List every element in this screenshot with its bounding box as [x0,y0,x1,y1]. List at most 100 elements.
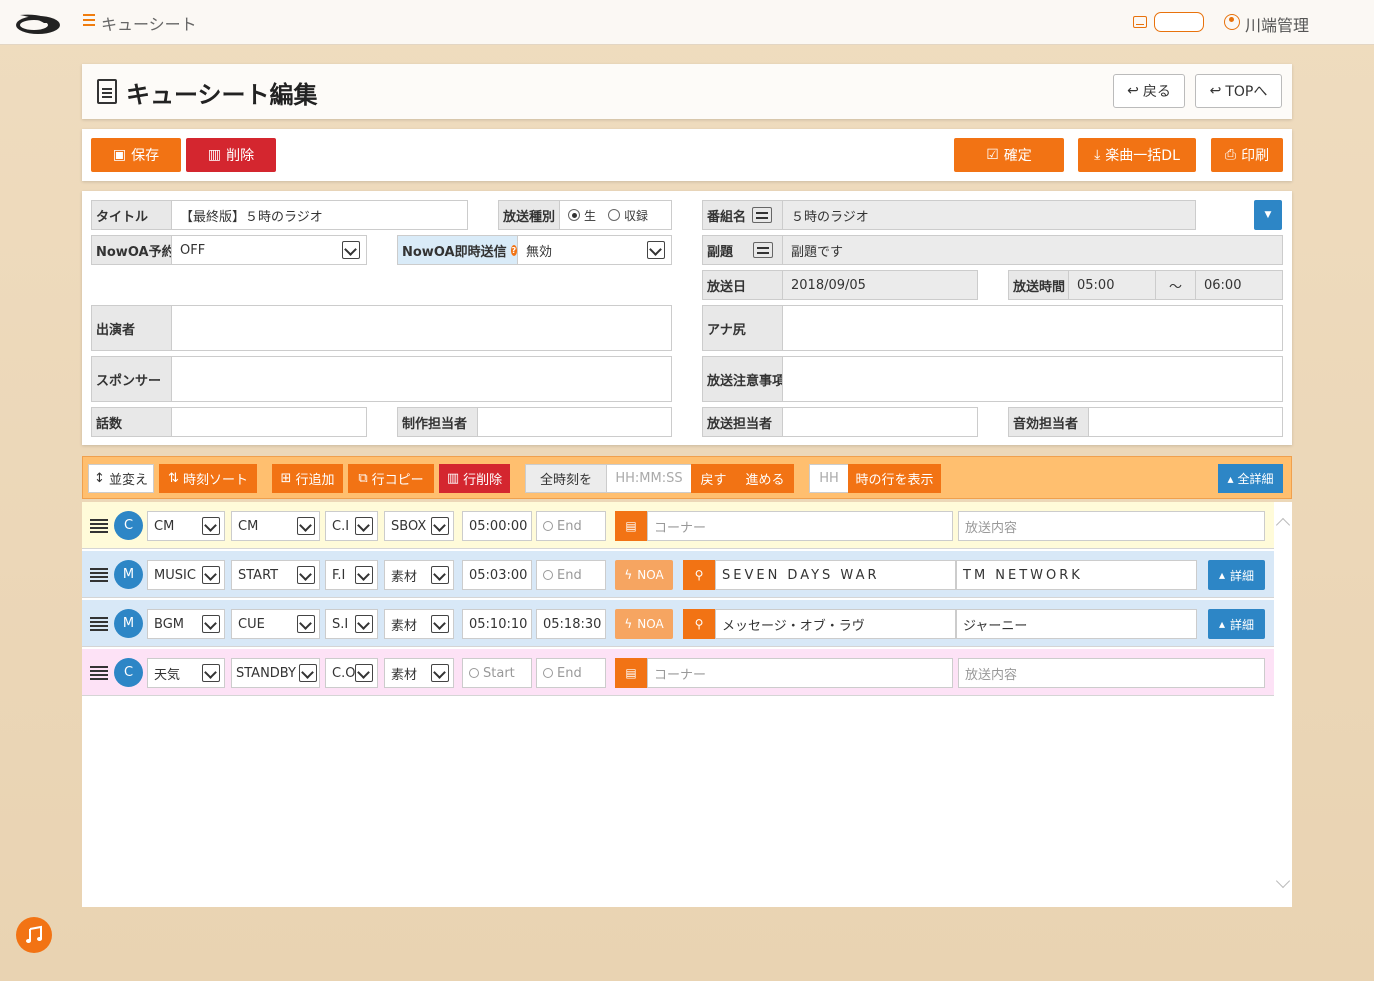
announcer-textarea[interactable] [782,305,1283,351]
time-back-button[interactable]: 戻す [691,464,736,493]
hamburger-menu-icon[interactable] [83,14,95,28]
title-input[interactable]: 【最終版】５時のラジオ [171,200,468,230]
app-title[interactable]: キューシート [101,11,197,35]
end-time-input[interactable]: End [536,560,606,590]
type-select[interactable]: CM [147,511,225,541]
subtype-select[interactable]: CM [231,511,320,541]
swap-icon[interactable] [752,207,773,223]
radio-recorded[interactable] [608,209,621,221]
source-select[interactable]: 素材 [384,609,454,639]
print-button[interactable]: ⎙ 印刷 [1211,138,1283,172]
end-time-input[interactable]: 05:18:30 [536,609,606,639]
add-row-button[interactable]: ⊞ 行追加 [272,464,343,493]
scroll-down-icon[interactable] [1275,873,1291,889]
noa-label: NOA [637,617,664,631]
reorder-button[interactable]: ↕ 並変え [88,464,154,493]
source-select[interactable]: 素材 [384,560,454,590]
nowoa-send-select[interactable]: 無効 [517,235,672,265]
start-time-input[interactable]: Start [462,658,532,688]
start-time-input[interactable]: 05:03:00 [462,560,532,590]
end-time-input[interactable]: End [536,511,606,541]
user-name[interactable]: 川端管理 [1245,12,1309,36]
end-time-input[interactable]: End [536,658,606,688]
back-button[interactable]: ↩ 戻る [1113,74,1185,108]
broadcaster-input[interactable] [782,407,978,437]
fx-select[interactable]: S.I [325,609,378,639]
content-input[interactable]: 放送内容 [958,511,1265,541]
undo-icon: ↩ [1127,83,1139,99]
app-logo[interactable] [14,9,62,37]
subtype-select[interactable]: CUE [231,609,320,639]
corner-input[interactable]: コーナー [647,511,953,541]
status-pill[interactable] [1154,12,1204,32]
type-select[interactable]: MUSIC [147,560,225,590]
song-title-input[interactable]: メッセージ・オブ・ラヴ [715,609,956,639]
corner-button[interactable]: ▤ [615,511,647,541]
time-sort-button[interactable]: ⇅ 時刻ソート [159,464,257,493]
sound-effects-input[interactable] [1088,407,1283,437]
download-all-button[interactable]: ⤓ 楽曲一括DL [1078,138,1196,172]
drag-handle-icon[interactable] [90,519,108,533]
broadcast-end-time[interactable]: 06:00 [1195,270,1283,300]
music-player-button[interactable] [16,917,52,953]
noa-button[interactable]: ϟ NOA [615,560,673,590]
fx-select[interactable]: F.I [325,560,378,590]
detail-button[interactable]: ▴ 詳細 [1208,560,1265,590]
corner-button[interactable]: ▤ [615,658,647,688]
user-icon[interactable] [1224,14,1240,30]
fx-value: C.O [332,665,356,681]
subtype-select[interactable]: STANDBY [231,658,320,688]
top-button[interactable]: ↩ TOPへ [1195,74,1282,108]
corner-input[interactable]: コーナー [647,658,953,688]
drive-icon[interactable] [1133,16,1147,28]
scroll-up-icon[interactable] [1275,517,1291,533]
song-title-input[interactable]: SEVEN DAYS WAR [715,560,956,590]
type-select[interactable]: BGM [147,609,225,639]
song-search-button[interactable]: ⚲ [683,609,715,639]
type-select[interactable]: 天気 [147,658,225,688]
all-details-button[interactable]: ▴ 全詳細 [1218,464,1283,493]
content-input[interactable]: 放送内容 [958,658,1265,688]
artist-input[interactable]: TM NETWORK [956,560,1197,590]
drag-handle-icon[interactable] [90,568,108,582]
nowoa-reservation-select[interactable]: OFF [171,235,367,265]
delete-row-button[interactable]: ▥ 行削除 [439,464,510,493]
download-label: 楽曲一括DL [1105,148,1180,164]
hour-input[interactable]: HH [809,464,849,493]
subtitle-input[interactable]: 副題です [782,235,1283,265]
start-time-input[interactable]: 05:00:00 [462,511,532,541]
cast-textarea[interactable] [171,305,672,351]
artist-input[interactable]: ジャーニー [956,609,1197,639]
time-forward-button[interactable]: 進める [736,464,794,493]
drag-handle-icon[interactable] [90,666,108,680]
caret-up-icon: ▴ [1218,617,1225,631]
title-label: タイトル [91,200,172,230]
swap-icon[interactable] [753,242,774,258]
radio-live[interactable] [568,209,580,221]
broadcast-start-time[interactable]: 05:00 [1068,270,1156,300]
save-button[interactable]: ▣ 保存 [91,138,181,172]
source-select[interactable]: 素材 [384,658,454,688]
broadcast-notes-textarea[interactable] [782,356,1283,402]
source-select[interactable]: SBOX [384,511,454,541]
fx-select[interactable]: C.O [325,658,378,688]
sponsor-textarea[interactable] [171,356,672,402]
time-shift-input[interactable]: HH:MM:SS [606,464,692,493]
producer-input[interactable] [477,407,672,437]
show-hour-rows-button[interactable]: 時の行を表示 [848,464,941,493]
confirm-button[interactable]: ☑ 確定 [954,138,1064,172]
fx-select[interactable]: C.I [325,511,378,541]
chevron-down-icon [202,615,220,633]
song-search-button[interactable]: ⚲ [683,560,715,590]
drag-handle-icon[interactable] [90,617,108,631]
noa-button[interactable]: ϟ NOA [615,609,673,639]
delete-button[interactable]: ▥ 削除 [186,138,276,172]
program-name-input[interactable]: ５時のラジオ [782,200,1196,230]
copy-row-button[interactable]: ⧉ 行コピー [348,464,434,493]
start-time-input[interactable]: 05:10:10 [462,609,532,639]
subtype-select[interactable]: START [231,560,320,590]
episode-input[interactable] [171,407,367,437]
expand-dropdown-button[interactable]: ▼ [1254,200,1282,230]
broadcast-date-input[interactable]: 2018/09/05 [782,270,978,300]
detail-button[interactable]: ▴ 詳細 [1208,609,1265,639]
